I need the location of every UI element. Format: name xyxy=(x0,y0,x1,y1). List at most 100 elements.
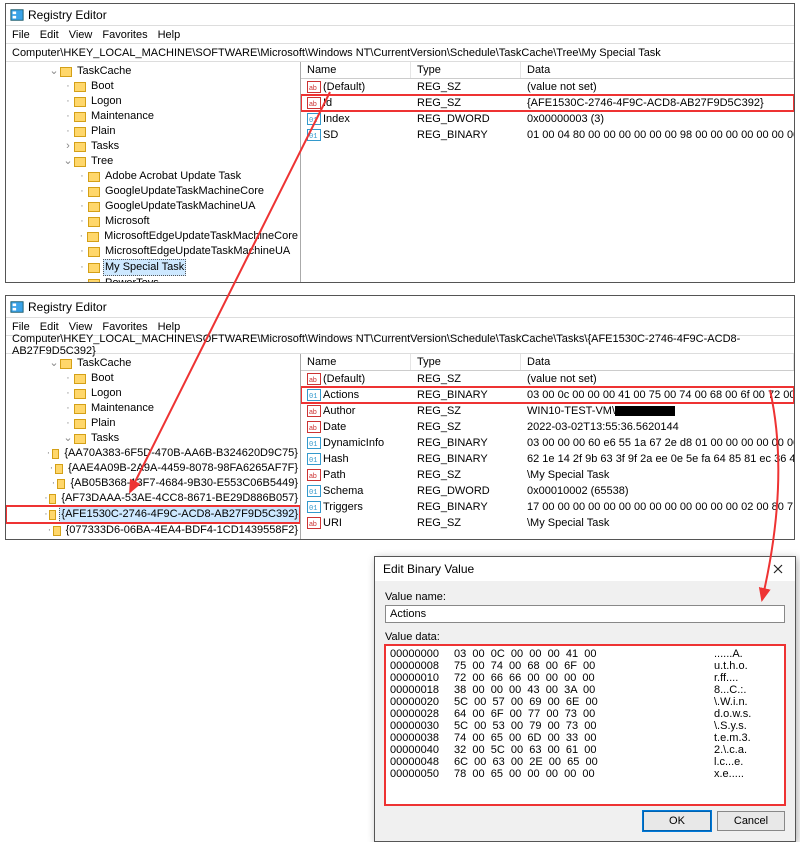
col-data[interactable]: Data xyxy=(521,354,794,370)
value-row[interactable]: Schema REG_DWORD 0x00010002 (65538) xyxy=(301,483,794,499)
col-name[interactable]: Name xyxy=(301,62,411,78)
value-row[interactable]: Path REG_SZ \My Special Task xyxy=(301,467,794,483)
titlebar[interactable]: Registry Editor xyxy=(6,296,794,318)
tree-item[interactable]: ⌄ TaskCache xyxy=(6,356,300,371)
address-bar[interactable]: Computer\HKEY_LOCAL_MACHINE\SOFTWARE\Mic… xyxy=(6,336,794,354)
menu-file[interactable]: File xyxy=(12,29,30,41)
hex-row[interactable]: 0000001838 00 00 00 43 00 3A 008...C.:. xyxy=(390,684,780,696)
tree-item[interactable]: · PowerToys xyxy=(6,276,300,282)
cancel-button[interactable]: Cancel xyxy=(717,811,785,831)
hex-row[interactable]: 0000000875 00 74 00 68 00 6F 00u.t.h.o. xyxy=(390,660,780,672)
value-row[interactable]: Id REG_SZ {AFE1530C-2746-4F9C-ACD8-AB27F… xyxy=(301,95,794,111)
redacted xyxy=(615,406,675,416)
tree-item[interactable]: ⌄ Tasks xyxy=(6,431,300,446)
menu-help[interactable]: Help xyxy=(158,29,181,41)
tree-item[interactable]: · {AAE4A09B-2A9A-4459-8078-98FA6265AF7F} xyxy=(6,461,300,476)
close-button[interactable] xyxy=(761,557,795,581)
hex-bytes[interactable]: 75 00 74 00 68 00 6F 00 xyxy=(454,660,714,672)
dialog-title[interactable]: Edit Binary Value xyxy=(375,557,761,581)
hex-bytes[interactable]: 5C 00 53 00 79 00 73 00 xyxy=(454,720,714,732)
hex-bytes[interactable]: 38 00 00 00 43 00 3A 00 xyxy=(454,684,714,696)
hex-row[interactable]: 000000305C 00 53 00 79 00 73 00\.S.y.s. xyxy=(390,720,780,732)
tree-item[interactable]: · {AF73DAAA-53AE-4CC8-8671-BE29D886B057} xyxy=(6,491,300,506)
menu-file[interactable]: File xyxy=(12,321,30,333)
address-bar[interactable]: Computer\HKEY_LOCAL_MACHINE\SOFTWARE\Mic… xyxy=(6,44,794,62)
value-row[interactable]: Index REG_DWORD 0x00000003 (3) xyxy=(301,111,794,127)
col-name[interactable]: Name xyxy=(301,354,411,370)
hex-row[interactable]: 0000005078 00 65 00 00 00 00 00x.e..... xyxy=(390,768,780,780)
value-row[interactable]: DynamicInfo REG_BINARY 03 00 00 00 60 e6… xyxy=(301,435,794,451)
tree-item[interactable]: · MicrosoftEdgeUpdateTaskMachineUA xyxy=(6,244,300,259)
tree-item[interactable]: › Tasks xyxy=(6,139,300,154)
value-row[interactable]: URI REG_SZ \My Special Task xyxy=(301,515,794,531)
chevron-down-icon[interactable]: ⌄ xyxy=(48,356,60,371)
tree-item[interactable]: · Maintenance xyxy=(6,109,300,124)
tree-item[interactable]: · Plain xyxy=(6,416,300,431)
hex-row[interactable]: 000000486C 00 63 00 2E 00 65 00l.c...e. xyxy=(390,756,780,768)
list-header[interactable]: Name Type Data xyxy=(301,354,794,371)
menu-edit[interactable]: Edit xyxy=(40,321,59,333)
tree-item[interactable]: · {AFE1530C-2746-4F9C-ACD8-AB27F9D5C392} xyxy=(6,506,300,523)
chevron-right-icon[interactable]: › xyxy=(62,139,74,154)
hex-row[interactable]: 0000004032 00 5C 00 63 00 61 002.\.c.a. xyxy=(390,744,780,756)
hex-bytes[interactable]: 72 00 66 66 00 00 00 00 xyxy=(454,672,714,684)
menu-help[interactable]: Help xyxy=(158,321,181,333)
hex-bytes[interactable]: 03 00 0C 00 00 00 41 00 xyxy=(454,648,714,660)
hex-row[interactable]: 0000001072 00 66 66 00 00 00 00r.ff.... xyxy=(390,672,780,684)
hex-bytes[interactable]: 5C 00 57 00 69 00 6E 00 xyxy=(454,696,714,708)
menu-view[interactable]: View xyxy=(69,321,93,333)
tree-item[interactable]: · GoogleUpdateTaskMachineCore xyxy=(6,184,300,199)
tree-pane[interactable]: ⌄ TaskCache · Boot · Logon · Maintenance… xyxy=(6,354,301,539)
tree-pane[interactable]: ⌄ TaskCache · Boot · Logon · Maintenance… xyxy=(6,62,301,282)
hex-row[interactable]: 0000000003 00 0C 00 00 00 41 00......A. xyxy=(390,648,780,660)
hex-row[interactable]: 000000205C 00 57 00 69 00 6E 00\.W.i.n. xyxy=(390,696,780,708)
hex-bytes[interactable]: 78 00 65 00 00 00 00 00 xyxy=(454,768,714,780)
menu-view[interactable]: View xyxy=(69,29,93,41)
col-type[interactable]: Type xyxy=(411,354,521,370)
titlebar[interactable]: Registry Editor xyxy=(6,4,794,26)
col-data[interactable]: Data xyxy=(521,62,794,78)
hex-bytes[interactable]: 74 00 65 00 6D 00 33 00 xyxy=(454,732,714,744)
tree-item[interactable]: · Microsoft xyxy=(6,214,300,229)
tree-item[interactable]: · Boot xyxy=(6,79,300,94)
tree-item[interactable]: · Boot xyxy=(6,371,300,386)
value-row[interactable]: SD REG_BINARY 01 00 04 80 00 00 00 00 00… xyxy=(301,127,794,143)
hex-editor[interactable]: 0000000003 00 0C 00 00 00 41 00......A.0… xyxy=(385,645,785,805)
tree-item[interactable]: · Logon xyxy=(6,386,300,401)
tree-item[interactable]: · Logon xyxy=(6,94,300,109)
value-row[interactable]: Date REG_SZ 2022-03-02T13:55:36.5620144 xyxy=(301,419,794,435)
value-row[interactable]: (Default) REG_SZ (value not set) xyxy=(301,371,794,387)
menu-favorites[interactable]: Favorites xyxy=(102,321,147,333)
chevron-down-icon[interactable]: ⌄ xyxy=(62,431,74,446)
hex-bytes[interactable]: 32 00 5C 00 63 00 61 00 xyxy=(454,744,714,756)
values-list[interactable]: (Default) REG_SZ (value not set) Actions… xyxy=(301,371,794,531)
col-type[interactable]: Type xyxy=(411,62,521,78)
menu-edit[interactable]: Edit xyxy=(40,29,59,41)
value-row[interactable]: Triggers REG_BINARY 17 00 00 00 00 00 00… xyxy=(301,499,794,515)
values-list[interactable]: (Default) REG_SZ (value not set) Id REG_… xyxy=(301,79,794,143)
value-row[interactable]: Author REG_SZ WIN10-TEST-VM\ xyxy=(301,403,794,419)
hex-bytes[interactable]: 64 00 6F 00 77 00 73 00 xyxy=(454,708,714,720)
value-row[interactable]: Actions REG_BINARY 03 00 0c 00 00 00 41 … xyxy=(301,387,794,403)
tree-item[interactable]: ⌄ TaskCache xyxy=(6,64,300,79)
tree-item[interactable]: · GoogleUpdateTaskMachineUA xyxy=(6,199,300,214)
value-row[interactable]: (Default) REG_SZ (value not set) xyxy=(301,79,794,95)
tree-item[interactable]: · {AA70A383-6F5D-470B-AA6B-B324620D9C75} xyxy=(6,446,300,461)
hex-bytes[interactable]: 6C 00 63 00 2E 00 65 00 xyxy=(454,756,714,768)
value-row[interactable]: Hash REG_BINARY 62 1e 14 2f 9b 63 3f 9f … xyxy=(301,451,794,467)
tree-item[interactable]: · Plain xyxy=(6,124,300,139)
chevron-down-icon[interactable]: ⌄ xyxy=(62,154,74,169)
hex-row[interactable]: 0000002864 00 6F 00 77 00 73 00d.o.w.s. xyxy=(390,708,780,720)
hex-row[interactable]: 0000003874 00 65 00 6D 00 33 00t.e.m.3. xyxy=(390,732,780,744)
chevron-down-icon[interactable]: ⌄ xyxy=(48,64,60,79)
tree-item[interactable]: · MicrosoftEdgeUpdateTaskMachineCore xyxy=(6,229,300,244)
tree-item[interactable]: · {AB05B368-13F7-4684-9B30-E553C06B5449} xyxy=(6,476,300,491)
tree-item[interactable]: ⌄ Tree xyxy=(6,154,300,169)
tree-item[interactable]: · My Special Task xyxy=(6,259,300,276)
tree-item[interactable]: · Adobe Acrobat Update Task xyxy=(6,169,300,184)
tree-item[interactable]: · Maintenance xyxy=(6,401,300,416)
tree-item[interactable]: · {077333D6-06BA-4EA4-BDF4-1CD1439558F2} xyxy=(6,523,300,538)
ok-button[interactable]: OK xyxy=(643,811,711,831)
menu-favorites[interactable]: Favorites xyxy=(102,29,147,41)
list-header[interactable]: Name Type Data xyxy=(301,62,794,79)
